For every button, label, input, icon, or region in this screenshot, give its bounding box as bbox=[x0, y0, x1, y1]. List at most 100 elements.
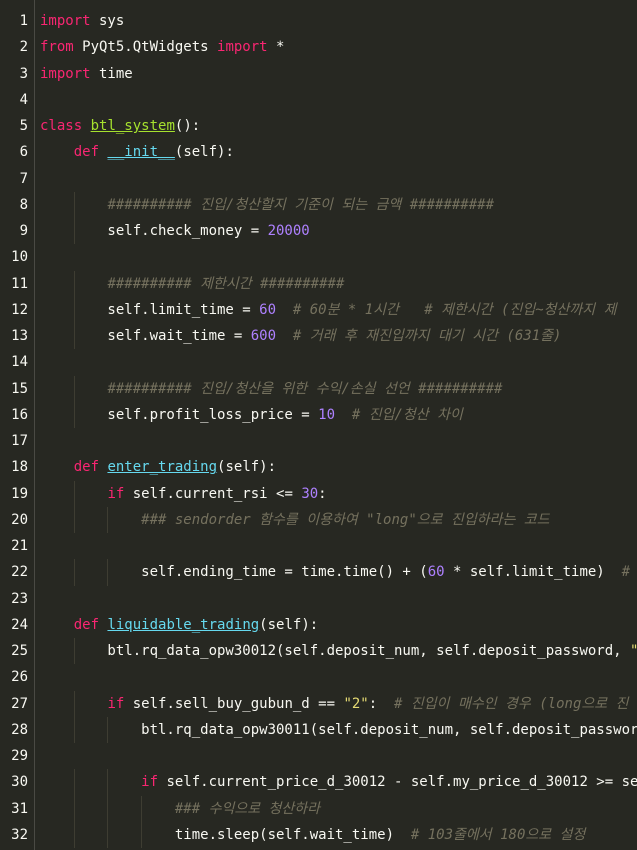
code-line[interactable]: 14 bbox=[11, 349, 637, 375]
code-text: btl.rq_data_opw30011(self.deposit_num, s… bbox=[40, 717, 637, 743]
code-line[interactable]: 7 bbox=[20, 166, 637, 192]
code-line[interactable]: 16 self.profit_loss_price = 10 # 진입/청산 차… bbox=[11, 401, 637, 428]
code-token: self.current_rsi <= bbox=[124, 485, 302, 502]
code-line[interactable]: 9 self.check_money = 20000 bbox=[20, 218, 637, 245]
code-line[interactable]: 18 def enter_trading(self): bbox=[11, 454, 637, 480]
code-token: btl.rq_data_opw30011(self.deposit_num, s… bbox=[40, 721, 637, 738]
code-token: PyQt5.QtWidgets bbox=[73, 39, 218, 56]
code-line[interactable]: 4 bbox=[20, 87, 637, 113]
code-token: sys bbox=[90, 13, 125, 29]
code-editor[interactable]: 1 import sys 2 from PyQt5.QtWidgets import … bbox=[0, 0, 637, 850]
line-number: 9 bbox=[19, 223, 28, 239]
code-line[interactable]: 15 ########## 진입/청산을 위한 수익/손실 선언 #######… bbox=[11, 375, 637, 402]
code-token: time bbox=[90, 65, 133, 82]
code-line[interactable]: 19 if self.current_rsi <= 30: bbox=[11, 480, 637, 507]
line-number: 15 bbox=[11, 380, 28, 397]
line-number: 3 bbox=[19, 65, 28, 82]
code-token: self.sell_buy_gubun_d == bbox=[124, 695, 344, 712]
code-token: self.profit_loss_price = bbox=[40, 406, 319, 423]
line-number: 2 bbox=[19, 39, 28, 56]
code-line[interactable]: 24 def liquidable_trading(self): bbox=[11, 612, 637, 638]
code-text: import time bbox=[40, 61, 133, 87]
code-text: if self.sell_buy_gubun_d == "2": # 진입이 매… bbox=[40, 691, 628, 717]
code-line[interactable]: 5 class btl_system(): bbox=[20, 113, 637, 139]
code-text: class btl_system(): bbox=[40, 113, 200, 139]
code-line[interactable]: 17 bbox=[11, 428, 637, 454]
code-token: liquidable_trading bbox=[107, 616, 260, 633]
code-token: self.current_price_d_30012 - self.my_pri… bbox=[158, 774, 637, 791]
code-text: ########## 진입/청산할지 기준이 되는 금액 ########## bbox=[40, 192, 494, 218]
code-line[interactable]: 29 bbox=[11, 743, 637, 769]
code-token: (self): bbox=[217, 459, 277, 476]
code-line[interactable]: 27 if self.sell_buy_gubun_d == "2": # 진입… bbox=[11, 690, 637, 717]
code-token: 20000 bbox=[267, 223, 310, 239]
code-token: btl_system bbox=[90, 118, 175, 134]
line-number: 18 bbox=[11, 459, 28, 476]
code-text: ### sendorder 함수를 이용하여 "long"으로 진입하라는 코드 bbox=[40, 507, 550, 533]
code-text: self.wait_time = 600 # 거래 후 재진입까지 대기 시간 … bbox=[40, 323, 561, 349]
code-line[interactable]: 10 bbox=[11, 244, 637, 270]
code-token: ### sendorder 함수를 이용하여 "long"으로 진입하라는 코드 bbox=[141, 511, 550, 528]
code-line[interactable]: 21 bbox=[11, 533, 637, 559]
line-number: 28 bbox=[11, 721, 28, 738]
code-token: ########## 진입/청산할지 기준이 되는 금액 ########## bbox=[107, 196, 495, 213]
code-text: def __init__(self): bbox=[40, 139, 234, 165]
line-number: 12 bbox=[11, 301, 28, 318]
code-token: ### 수익으로 청산하라 bbox=[174, 800, 321, 817]
code-token: if bbox=[141, 774, 159, 791]
code-token: from bbox=[40, 39, 74, 56]
code-line[interactable]: 26 bbox=[11, 664, 637, 690]
code-line[interactable]: 2 from PyQt5.QtWidgets import * bbox=[20, 34, 637, 60]
code-line[interactable]: 1 import sys bbox=[20, 8, 637, 34]
code-line[interactable]: 12 self.limit_time = 60 # 60분 * 1시간 # 제한… bbox=[11, 296, 637, 323]
code-text: self.profit_loss_price = 10 # 진입/청산 차이 bbox=[40, 402, 462, 428]
line-number: 6 bbox=[19, 144, 28, 161]
code-line[interactable]: 11 ########## 제한시간 ########## bbox=[11, 270, 637, 297]
code-text: self.check_money = 20000 bbox=[40, 218, 310, 244]
line-number: 32 bbox=[11, 826, 28, 843]
code-line[interactable]: 3 import time bbox=[20, 61, 637, 87]
code-line[interactable]: 31 ### 수익으로 청산하라 bbox=[11, 795, 637, 822]
code-text: if self.current_rsi <= 30: bbox=[40, 481, 326, 507]
code-token: # 진입이 매수인 경우 (long으로 진 bbox=[394, 695, 629, 712]
code-line[interactable]: 30 if self.current_price_d_30012 - self.… bbox=[11, 769, 637, 796]
code-token: (self): bbox=[174, 144, 234, 161]
line-number: 27 bbox=[11, 695, 28, 712]
code-line[interactable]: 8 ########## 진입/청산할지 기준이 되는 금액 #########… bbox=[20, 191, 637, 218]
code-token: def bbox=[73, 616, 100, 633]
code-line[interactable]: 13 self.wait_time = 600 # 거래 후 재진입까지 대기 … bbox=[11, 323, 637, 350]
code-text: ########## 제한시간 ########## bbox=[40, 271, 344, 297]
code-line[interactable]: 25 btl.rq_data_opw30012(self.deposit_num… bbox=[11, 638, 637, 665]
code-token: * self.limit_time) bbox=[444, 564, 622, 581]
code-line[interactable]: 22 self.ending_time = time.time() + (60 … bbox=[11, 559, 637, 586]
code-line[interactable]: 6 def __init__(self): bbox=[20, 139, 637, 165]
line-number: 30 bbox=[11, 774, 28, 791]
code-token: # 거래 후 재진입까지 대기 시간 (631줄) bbox=[292, 328, 562, 344]
code-token: 60 bbox=[259, 301, 277, 318]
code-token: # 103줄에서 180으로 설정 bbox=[410, 826, 586, 843]
code-text: self.ending_time = time.time() + (60 * s… bbox=[40, 559, 637, 585]
code-token: : bbox=[368, 695, 395, 712]
code-token: time.sleep(self.wait_time) bbox=[40, 826, 411, 843]
code-area[interactable]: 1 import sys 2 from PyQt5.QtWidgets import … bbox=[11, 8, 637, 850]
code-text: def liquidable_trading(self): bbox=[40, 612, 318, 638]
code-token: (): bbox=[174, 118, 201, 134]
code-text: time.sleep(self.wait_time) # 103줄에서 180으… bbox=[40, 822, 585, 848]
line-number: 20 bbox=[11, 511, 28, 528]
code-token: 30 bbox=[301, 485, 319, 502]
code-token: enter_trading bbox=[107, 459, 218, 476]
code-line[interactable]: 23 bbox=[11, 586, 637, 612]
line-number: 19 bbox=[11, 485, 28, 502]
code-line[interactable]: 32 time.sleep(self.wait_time) # 103줄에서 1… bbox=[11, 821, 637, 848]
code-line[interactable]: 20 ### sendorder 함수를 이용하여 "long"으로 진입하라는… bbox=[11, 506, 637, 533]
line-number: 11 bbox=[11, 275, 28, 292]
code-line[interactable]: 28 btl.rq_data_opw30011(self.deposit_num… bbox=[11, 716, 637, 743]
